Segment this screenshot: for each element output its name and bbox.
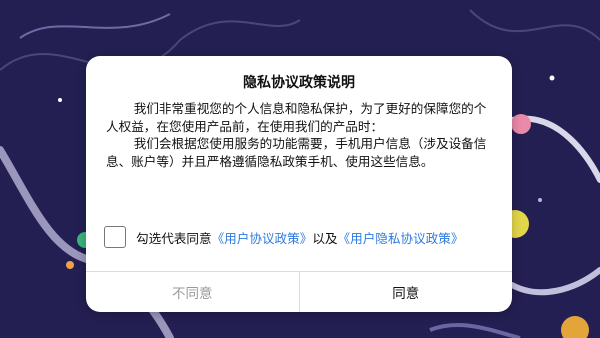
user-agreement-link[interactable]: 《用户协议政策》 [212,228,313,247]
consent-prefix-text: 勾选代表同意 [136,230,212,246]
dialog-body: 我们非常重视您的个人信息和隐私保护，为了更好的保障您的个人权益，在您使用产品前，… [106,100,498,170]
consent-row: 勾选代表同意 《用户协议政策》 以及 《用户隐私协议政策》 [104,224,506,250]
privacy-policy-dialog: 隐私协议政策说明 我们非常重视您的个人信息和隐私保护，为了更好的保障您的个人权益… [86,56,512,312]
consent-middle-text: 以及 [312,230,338,246]
agree-button[interactable]: 同意 [300,272,513,312]
privacy-agreement-link[interactable]: 《用户隐私协议政策》 [338,228,464,247]
button-row: 不同意 同意 [86,272,512,312]
disagree-button[interactable]: 不同意 [86,272,300,312]
intro-paragraph: 我们非常重视您的个人信息和隐私保护，为了更好的保障您的个人权益，在您使用产品前，… [106,101,487,134]
info-collection-paragraph: 我们会根据您使用服务的功能需要，手机用户信息（涉及设备信息、账户等）并且严格遵循… [106,136,487,169]
consent-checkbox[interactable] [104,226,126,248]
dialog-title: 隐私协议政策说明 [243,75,355,91]
